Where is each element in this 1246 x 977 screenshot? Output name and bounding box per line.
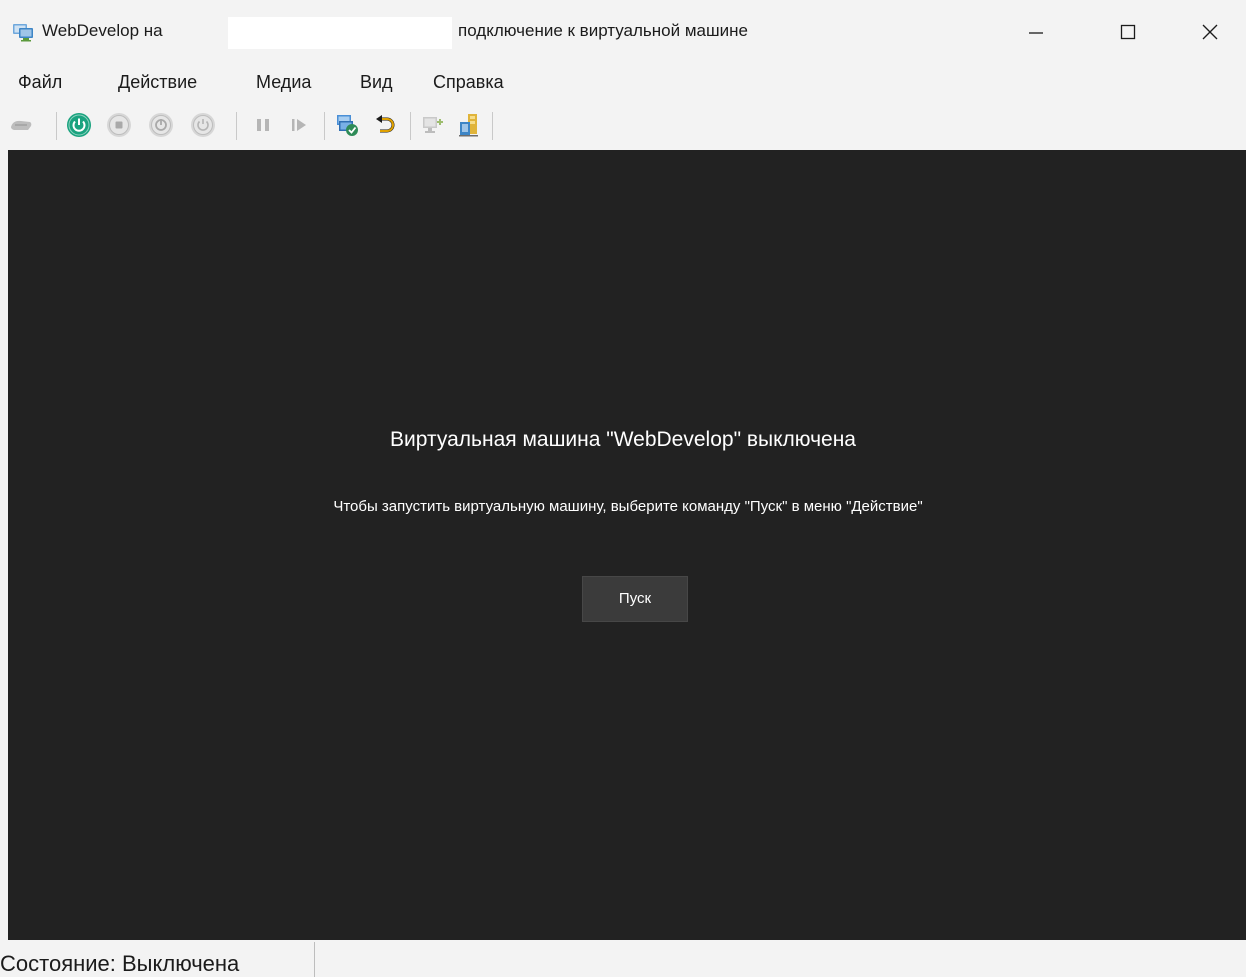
checkpoint-icon	[337, 115, 358, 136]
start-button[interactable]: Пуск	[582, 576, 688, 622]
toolbar	[0, 102, 1246, 150]
start-power-icon	[67, 113, 91, 137]
checkpoint-button[interactable]	[334, 112, 360, 138]
menu-media[interactable]: Медиа	[256, 72, 311, 93]
pause-button[interactable]	[250, 112, 276, 138]
menu-bar: Файл Действие Медиа Вид Справка	[0, 64, 1246, 102]
toolbar-separator	[56, 112, 57, 140]
window-title-vm-name: WebDevelop на	[42, 21, 163, 40]
resume-icon	[292, 119, 306, 131]
start-button-toolbar[interactable]	[66, 112, 92, 138]
maximize-button[interactable]	[1082, 0, 1174, 64]
save-state-button[interactable]	[190, 112, 216, 138]
turn-off-button[interactable]	[106, 112, 132, 138]
maximize-icon	[1120, 24, 1136, 40]
title-bar[interactable]: WebDevelop на подключение к виртуальной …	[0, 0, 1246, 64]
vm-display[interactable]: Виртуальная машина "WebDevelop" выключен…	[8, 150, 1246, 940]
enhanced-session-icon	[423, 117, 443, 133]
toolbar-separator	[236, 112, 237, 140]
menu-action[interactable]: Действие	[118, 72, 197, 93]
revert-icon	[376, 115, 395, 133]
status-separator	[314, 942, 315, 977]
shutdown-button[interactable]	[148, 112, 174, 138]
vm-off-message-hint: Чтобы запустить виртуальную машину, выбе…	[333, 498, 923, 515]
toolbar-separator	[410, 112, 411, 140]
menu-view[interactable]: Вид	[360, 72, 393, 93]
revert-button[interactable]	[372, 112, 398, 138]
turn-off-icon	[107, 113, 131, 137]
save-state-icon	[191, 113, 215, 137]
minimize-icon	[1029, 32, 1043, 34]
share-button[interactable]	[456, 112, 482, 138]
status-bar: Состояние: Выключена	[0, 940, 1246, 977]
menu-help[interactable]: Справка	[433, 72, 504, 93]
status-text: Состояние: Выключена	[0, 951, 240, 976]
pause-icon	[257, 119, 269, 131]
shutdown-icon	[149, 113, 173, 137]
toolbar-separator	[492, 112, 493, 140]
toolbar-separator	[324, 112, 325, 140]
window-title-host	[228, 17, 452, 49]
enhanced-session-button[interactable]	[420, 112, 446, 138]
resume-button[interactable]	[286, 112, 312, 138]
share-icon	[459, 114, 478, 137]
menu-file[interactable]: Файл	[18, 72, 62, 93]
ctrl-alt-del-button[interactable]	[8, 112, 34, 138]
ctrl-alt-del-icon	[11, 120, 32, 130]
minimize-button[interactable]	[990, 0, 1082, 64]
window-title-suffix: подключение к виртуальной машине	[458, 21, 748, 40]
close-button[interactable]	[1170, 0, 1246, 64]
vm-connect-icon	[12, 22, 34, 42]
close-icon	[1202, 24, 1218, 40]
vm-connection-window: WebDevelop на подключение к виртуальной …	[0, 0, 1246, 977]
vm-off-message-title: Виртуальная машина "WebDevelop" выключен…	[390, 428, 856, 451]
